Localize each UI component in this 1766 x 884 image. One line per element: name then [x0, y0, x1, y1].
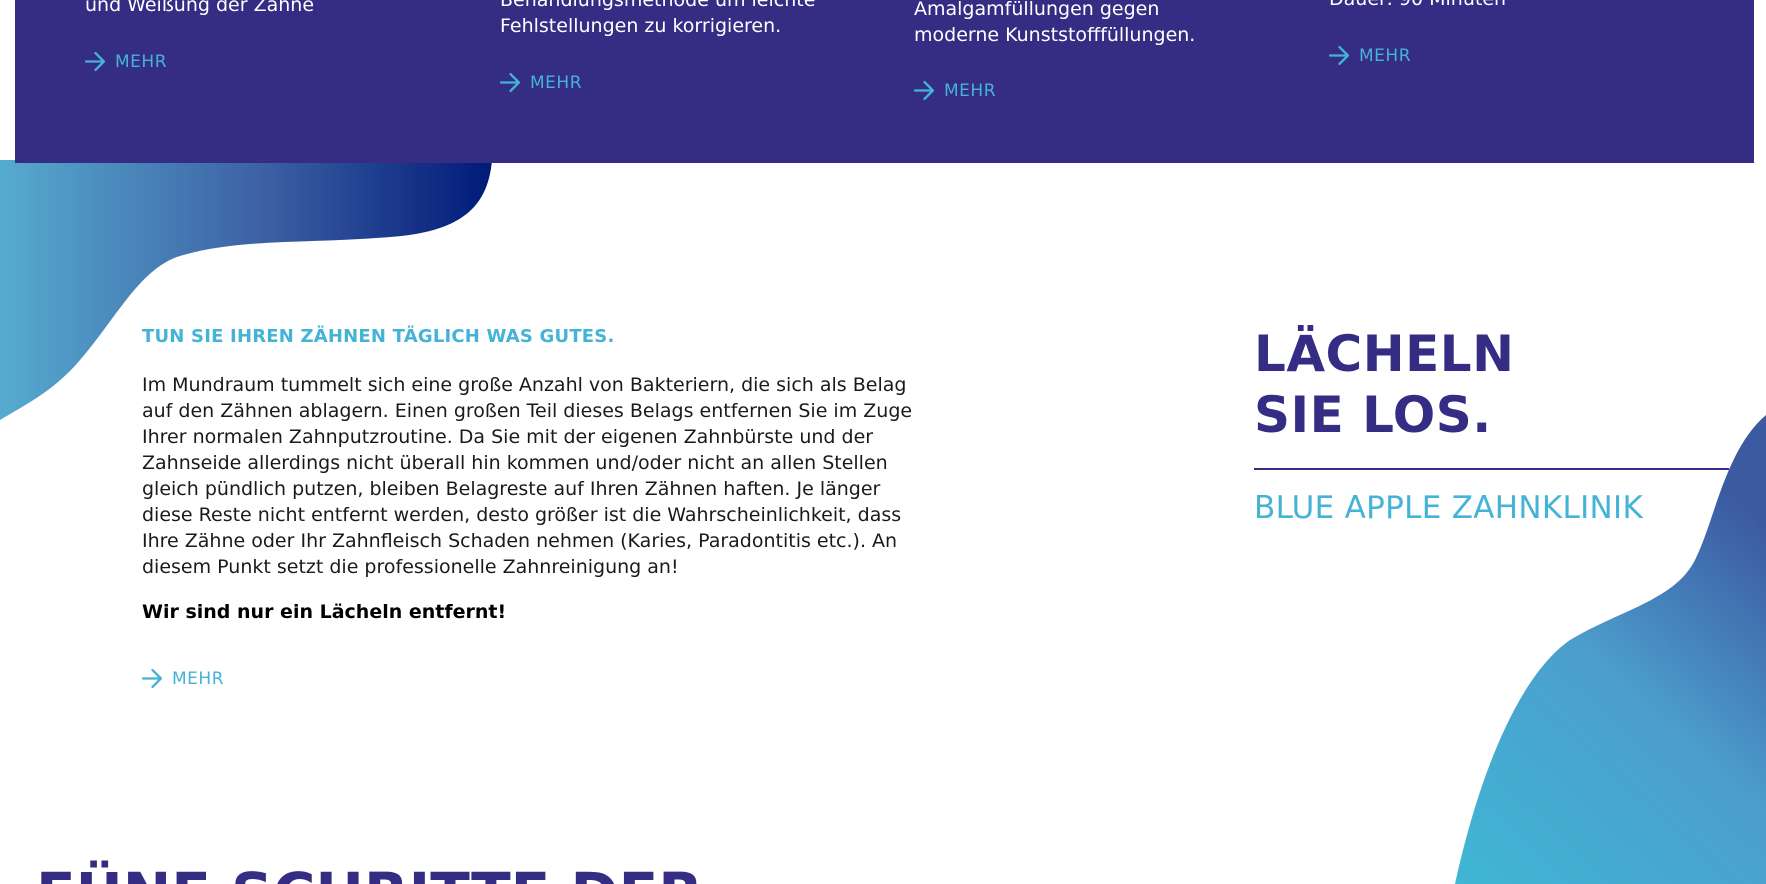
more-link[interactable]: MEHR — [85, 51, 167, 72]
more-label: MEHR — [1359, 45, 1412, 66]
more-link[interactable]: MEHR — [914, 80, 996, 101]
service-description: und Weißung der Zähne — [85, 0, 315, 16]
more-label: MEHR — [944, 80, 997, 101]
more-label: MEHR — [115, 51, 168, 72]
decorative-wave-right — [1455, 415, 1766, 884]
more-link[interactable]: MEHR — [500, 72, 582, 93]
paragraph-line: diesem Punkt setzt die professionelle Za… — [142, 556, 679, 578]
more-label: MEHR — [172, 668, 225, 689]
intro-heading: TUN SIE IHREN ZÄHNEN TÄGLICH WAS GUTES. — [142, 326, 615, 347]
divider — [1254, 468, 1729, 470]
more-link[interactable]: MEHR — [1329, 45, 1411, 66]
arrow-right-icon — [85, 51, 106, 72]
service-item: Behandlungsmethode um leichte Fehlstellu… — [500, 0, 815, 39]
paragraph-line: Ihre Zähne oder Ihr Zahnfleisch Schaden … — [142, 530, 898, 552]
paragraph-line: diese Reste nicht entfernt werden, desto… — [142, 504, 902, 526]
paragraph-line: Im Mundraum tummelt sich eine große Anza… — [142, 374, 907, 396]
paragraph-line: gleich pündlich putzen, bleiben Belagres… — [142, 478, 881, 500]
slogan-line: LÄCHELN — [1254, 325, 1515, 383]
tagline: Wir sind nur ein Lächeln entfernt! — [142, 601, 507, 623]
more-link[interactable]: MEHR — [142, 668, 224, 689]
arrow-right-icon — [500, 72, 521, 93]
clinic-name: BLUE APPLE ZAHNKLINIK — [1254, 490, 1644, 526]
services-band: und Weißung der Zähne MEHR Behandlungsme… — [15, 0, 1754, 163]
paragraph-line: Ihrer normalen Zahnputzroutine. Da Sie m… — [142, 426, 874, 448]
slogan-heading: LÄCHELN SIE LOS. — [1254, 324, 1514, 446]
service-description: Dauer: 90 Minuten — [1329, 0, 1506, 12]
arrow-right-icon — [914, 80, 935, 101]
service-description: Behandlungsmethode um leichte — [500, 0, 816, 11]
arrow-right-icon — [142, 668, 163, 689]
intro-paragraph: Im Mundraum tummelt sich eine große Anza… — [142, 372, 962, 580]
service-description: Amalgamfüllungen gegen — [914, 0, 1160, 20]
service-item: Dauer: 90 Minuten — [1329, 0, 1506, 12]
service-description: Fehlstellungen zu korrigieren. — [500, 15, 782, 37]
service-item: Amalgamfüllungen gegen moderne Kunststof… — [914, 0, 1195, 48]
more-label: MEHR — [530, 72, 583, 93]
paragraph-line: Zahnseide allerdings nicht überall hin k… — [142, 452, 888, 474]
service-description: moderne Kunststofffüllungen. — [914, 24, 1196, 46]
arrow-right-icon — [1329, 45, 1350, 66]
paragraph-line: auf den Zähnen ablagern. Einen großen Te… — [142, 400, 913, 422]
section-heading: FÜNF SCHRITTE DER — [36, 860, 703, 884]
service-item: und Weißung der Zähne — [85, 0, 314, 18]
slogan-line: SIE LOS. — [1254, 386, 1492, 444]
